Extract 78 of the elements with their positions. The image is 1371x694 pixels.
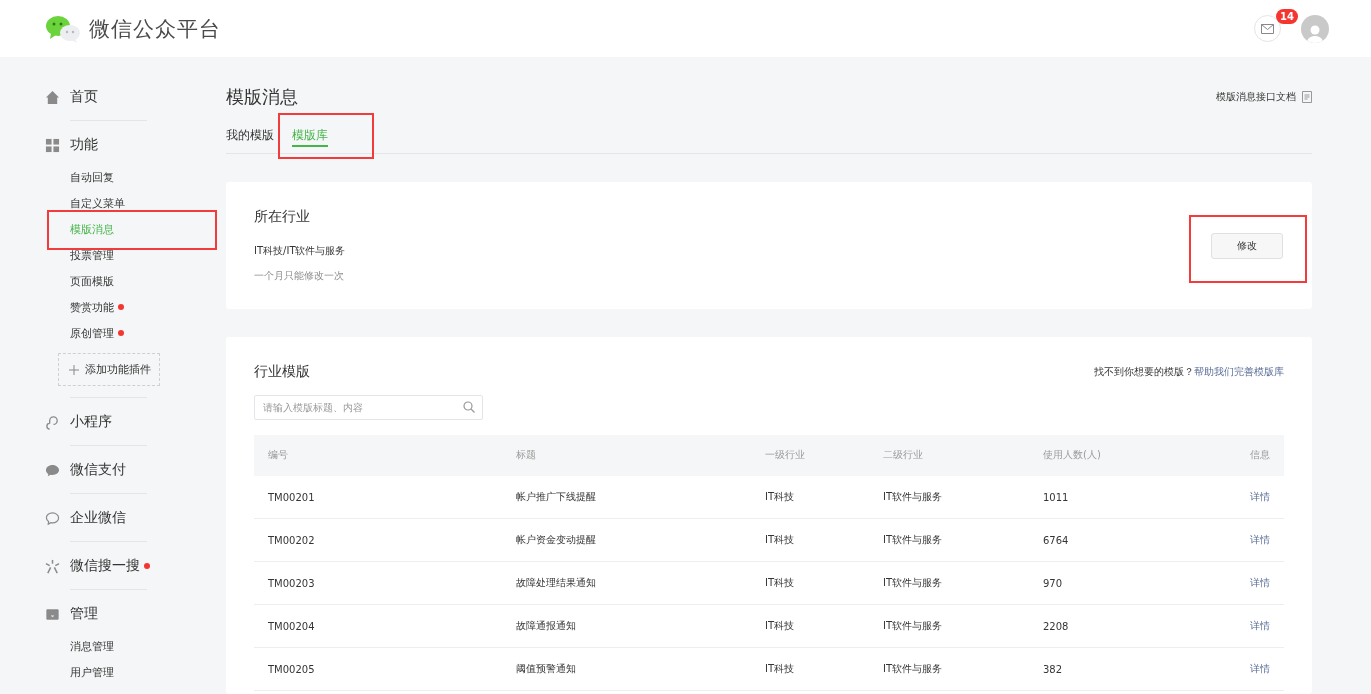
column-header: 一级行业 [765,448,806,462]
sidebar-item[interactable]: 自定义菜单 [70,195,125,211]
star-burst-icon [45,558,60,574]
table-cell-text: TM00203 [268,577,316,589]
inbox-icon [45,606,60,622]
sidebar-group[interactable]: 功能 [70,136,98,154]
table-cell-text: 帐户推广下线提醒 [516,490,597,504]
edit-button[interactable]: 修改 [1211,232,1283,259]
search-icon [463,401,475,413]
link-icon [45,414,60,430]
mail-button[interactable] [1254,15,1281,42]
plus-icon [69,364,79,375]
sidebar-item[interactable]: 投票管理 [70,247,114,263]
sidebar-item[interactable]: 赞赏功能 [70,299,114,315]
column-header: 信息 [1249,448,1270,462]
tab[interactable]: 我的模版 [226,121,274,147]
table-cell-text: 故障通报通知 [516,619,577,633]
doc-link[interactable]: 模版消息接口文档 [1216,90,1312,104]
note-text: 一个月只能修改一次 [254,269,345,283]
logo-icon [45,13,81,44]
chat-bubble-icon [45,462,60,478]
mail-icon [1261,23,1274,34]
table-cell-text: IT软件与服务 [883,662,944,676]
sidebar-item[interactable]: 原创管理 [70,325,114,341]
table-cell-text: 382 [1043,663,1064,675]
details-link[interactable]: 详情 [1250,620,1270,631]
details-link[interactable]: 详情 [1250,491,1270,502]
grid-icon [45,137,60,153]
sidebar-group[interactable]: 企业微信 [70,509,126,527]
card-title: 所在行业 [254,208,311,226]
table-cell-text: TM00201 [268,491,316,503]
column-header: 使用人数(人) [1043,448,1102,462]
table-cell-text: IT科技 [765,533,796,547]
industry-text: IT科技/IT软件与服务 [254,244,346,258]
sidebar-item[interactable]: 用户管理 [70,664,114,680]
page-title: 模版消息 [226,85,298,109]
sidebar-group[interactable]: 微信搜一搜 [70,557,140,575]
document-icon [1302,91,1312,103]
table-cell-text: TM00202 [268,534,316,546]
help-text: 找不到你想要的模版？帮助我们完善模版库 [1094,365,1284,379]
table-cell-text: 1011 [1043,491,1070,503]
details-link[interactable]: 详情 [1250,577,1270,588]
table-cell-text: 6764 [1043,534,1070,546]
table-cell-text: 帐户资金变动提醒 [516,533,597,547]
table-cell-text: IT软件与服务 [883,619,944,633]
table-cell-text: 阈值预警通知 [516,662,577,676]
sidebar-group[interactable]: 微信支付 [70,461,126,479]
sidebar-group[interactable]: 首页 [70,88,98,106]
sidebar-item[interactable]: 消息管理 [70,638,114,654]
details-link[interactable]: 详情 [1250,534,1270,545]
sidebar-group[interactable]: 小程序 [70,413,112,431]
table-cell-text: IT软件与服务 [883,490,944,504]
column-header: 标题 [516,448,537,462]
help-link[interactable]: 帮助我们完善模版库 [1194,366,1284,377]
sidebar-group[interactable]: 管理 [70,605,98,623]
column-header: 二级行业 [883,448,924,462]
table-cell-text: IT科技 [765,619,796,633]
table-cell-text: IT科技 [765,576,796,590]
home-icon [45,89,60,105]
site-title: 微信公众平台 [89,15,221,43]
search-field[interactable]: 请输入模版标题、内容 [254,395,483,420]
table-cell-text: TM00204 [268,620,316,632]
table-cell-text: 2208 [1043,620,1070,632]
table-cell-text: IT科技 [765,490,796,504]
table-cell-text: IT软件与服务 [883,533,944,547]
table-cell-text: TM00205 [268,663,316,675]
sidebar-item[interactable]: 页面模版 [70,273,114,289]
column-header: 编号 [268,448,289,462]
notification-badge: 14 [1276,9,1298,24]
details-link[interactable]: 详情 [1250,663,1270,674]
table-cell-text: 故障处理结果通知 [516,576,597,590]
sidebar-item[interactable]: 自动回复 [70,169,114,185]
table-cell-text: IT软件与服务 [883,576,944,590]
chat-bubble-icon [45,510,60,526]
table-cell-text: 970 [1043,577,1064,589]
table-cell-text: IT科技 [765,662,796,676]
add-plugin-button[interactable]: 添加功能插件 [58,353,160,386]
card-title: 行业模版 [254,363,310,381]
